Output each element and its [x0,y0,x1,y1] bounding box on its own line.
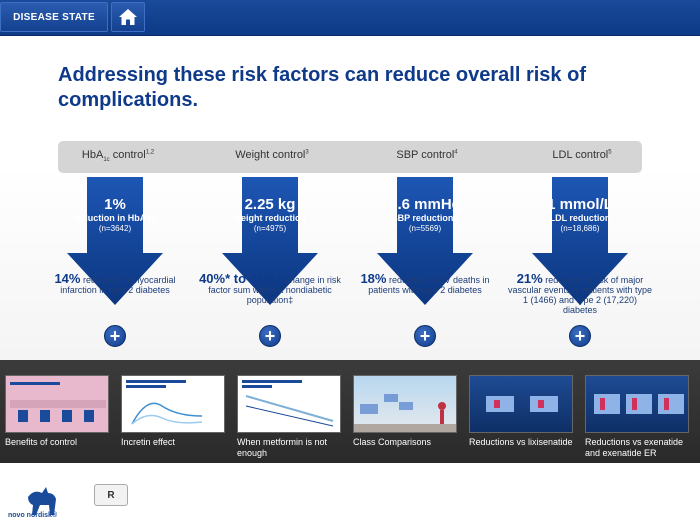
column-header-sbp: SBP control4 [396,149,458,161]
column-header-weight: Weight control3 [235,149,309,161]
thumbnail-label: Incretin effect [121,437,175,447]
home-button[interactable] [111,2,145,32]
thumbnail-benefits-of-control[interactable] [5,375,109,433]
slide-preview [354,394,456,432]
thumbnail-incretin-effect[interactable] [121,375,225,433]
column-header-ldl: LDL control5 [552,149,612,161]
home-icon [119,9,137,25]
expand-hba1c-button[interactable]: + [104,325,126,347]
arrow-metric: weight reduction [234,213,306,223]
thumbnail-label: Benefits of control [5,437,78,447]
top-nav-bar: DISEASE STATE [0,0,700,36]
arrow-n: (n=4975) [253,224,287,233]
brand-logo-text: novo nordisk® [8,512,58,519]
result-weight: 40%* to 48%† change in risk factor sum w… [199,271,341,305]
thumbnail-lixisenatide[interactable] [469,375,573,433]
slide-preview [10,382,106,422]
arrow-value: 5.6 mmHg [389,196,461,213]
expand-sbp-button[interactable]: + [414,325,436,347]
column-header-hba1c: HbA1c control1,2 [81,149,155,164]
thumbnail-class-comparisons[interactable] [353,375,457,433]
slide-preview [594,394,684,414]
arrow-value: 1 mmol/L [547,196,613,213]
arrow-metric: LDL reduction [549,213,611,223]
result-hba1c: 14% reduction in myocardial infarction i… [54,271,176,295]
slide-preview [126,380,203,425]
expand-weight-button[interactable]: + [259,325,281,347]
arrow-n: (n=3642) [98,224,132,233]
page-title: Addressing these risk factors can reduce… [58,64,586,111]
arrow-n: (n=18,686) [560,224,600,233]
references-button[interactable]: R [94,484,128,506]
result-ldl: 21% reduction in risk of major vascular … [507,271,653,315]
thumbnail-label: Reductions vs lixisenatide [469,437,573,447]
arrow-metric: reduction in HbA1c [73,213,157,223]
slide-preview [242,380,334,427]
slide-preview [486,396,558,412]
arrow-metric: SBP reduction§ [391,213,459,223]
result-sbp: 18% reduction in CV deaths in patients w… [360,271,490,295]
arrow-value: 2.25 kg [244,196,296,213]
thumbnail-label: Reductions vs exenatide and exenatide ER [585,437,684,458]
footer-bar: novo nordisk® R [0,463,700,525]
thumbnail-metformin[interactable] [237,375,341,433]
arrow-value: 1% [104,196,126,213]
thumbnail-label: Class Comparisons [353,437,432,447]
arrow-n: (n=5569) [408,224,442,233]
main-panel: Addressing these risk factors can reduce… [0,37,700,360]
disease-state-button[interactable]: DISEASE STATE [0,2,108,32]
slide-thumbnail-strip: Benefits of control Incretin effect When… [0,360,700,463]
thumbnail-label: When metformin is not enough [237,437,328,458]
expand-ldl-button[interactable]: + [569,325,591,347]
thumbnail-exenatide[interactable] [585,375,689,433]
